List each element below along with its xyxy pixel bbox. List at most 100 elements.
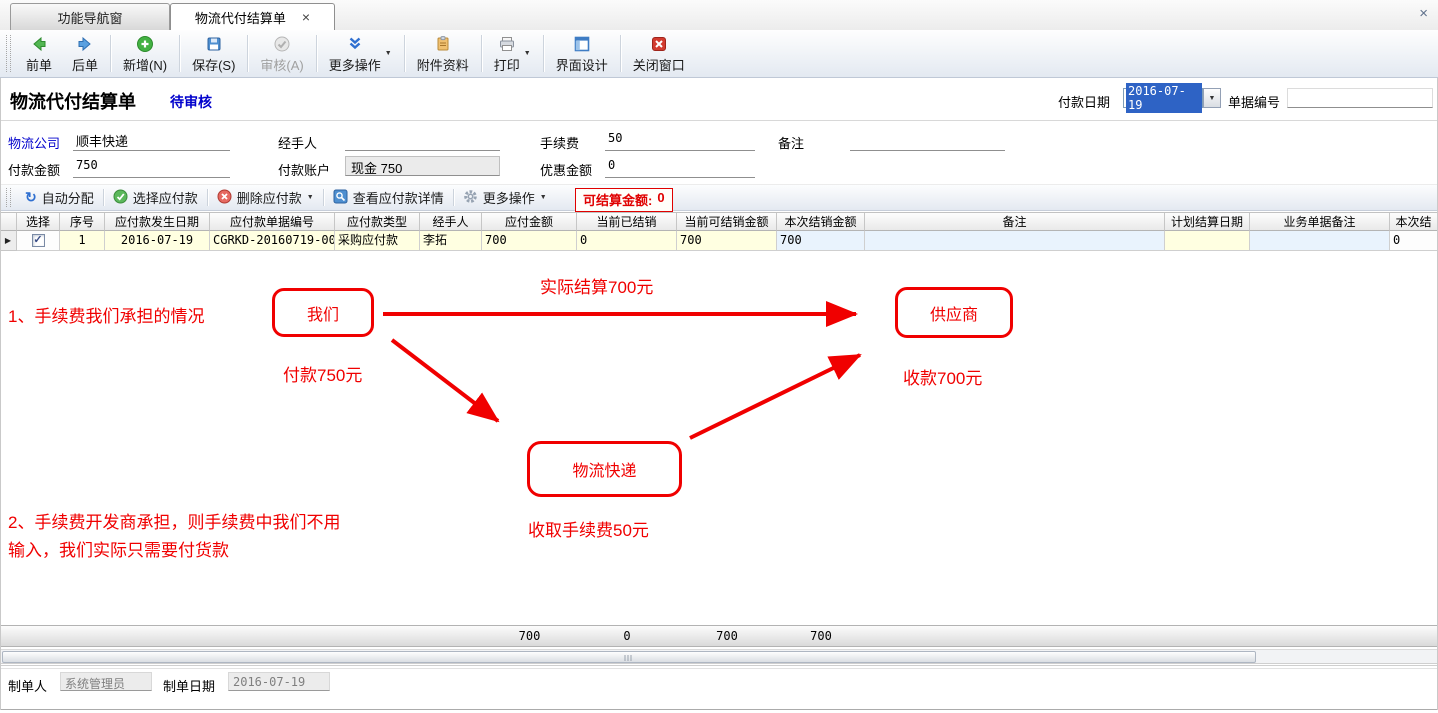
prev-doc-button[interactable]: 前单	[16, 30, 62, 77]
save-button[interactable]: 保存(S)	[182, 30, 245, 77]
col-header-remark[interactable]: 备注	[865, 213, 1165, 231]
delete-payable-button[interactable]: 删除应付款 ▼	[208, 185, 323, 210]
col-header-settled-amount[interactable]: 当前已结销	[577, 213, 677, 231]
fee-label: 手续费	[540, 133, 579, 152]
button-label: 关闭窗口	[633, 55, 685, 74]
annotation-diagram: 我们 供应商 物流快递 实际结算700元 付款750元 收款700元 收取手续费…	[0, 252, 1438, 624]
audit-button[interactable]: 审核(A)	[250, 30, 313, 77]
tab-bar: 功能导航窗 物流代付结算单 × ×	[0, 0, 1438, 30]
button-label: 更多操作	[483, 188, 535, 207]
diagram-label-receive: 收款700元	[903, 364, 982, 389]
window-bottom-edge	[0, 709, 1438, 710]
col-header-select[interactable]: 选择	[17, 213, 60, 231]
floppy-disk-icon	[205, 34, 223, 54]
button-label: 前单	[26, 55, 52, 74]
scrollbar-thumb[interactable]	[2, 651, 1256, 663]
dropdown-arrow-icon[interactable]: ▼	[540, 194, 547, 201]
payment-account-field[interactable]: 现金 750	[345, 156, 500, 176]
button-label: 新增(N)	[123, 55, 167, 74]
select-payable-button[interactable]: 选择应付款	[104, 185, 207, 210]
maker-label: 制单人	[8, 676, 47, 695]
make-date-field: 2016-07-19	[228, 672, 330, 691]
close-red-icon	[650, 34, 668, 54]
chevron-down-icon: ▼	[1209, 95, 1216, 102]
payment-date-dropdown-button[interactable]: ▼	[1203, 88, 1221, 108]
next-doc-button[interactable]: 后单	[62, 30, 108, 77]
table-row[interactable]: ▶ ✓ 1 2016-07-19 CGRKD-20160719-0005 采购应…	[0, 231, 1438, 251]
logistics-company-label[interactable]: 物流公司	[8, 133, 60, 152]
cell-settled: 0	[577, 231, 677, 251]
grid-more-actions-button[interactable]: 更多操作 ▼	[454, 185, 556, 210]
cell-biz-remark[interactable]	[1250, 231, 1390, 251]
arrow-right-icon	[76, 34, 94, 54]
button-label: 保存(S)	[192, 55, 235, 74]
tab-function-nav[interactable]: 功能导航窗	[10, 3, 170, 30]
col-header-extra[interactable]: 本次结	[1390, 213, 1438, 231]
col-header-biz-remark[interactable]: 业务单据备注	[1250, 213, 1390, 231]
payment-amount-input[interactable]: 750	[73, 158, 230, 178]
row-select-checkbox[interactable]: ✓	[32, 234, 45, 247]
button-label: 查看应付款详情	[353, 188, 444, 207]
tab-settlement[interactable]: 物流代付结算单 ×	[170, 3, 335, 30]
divider	[0, 668, 1438, 669]
flow-arrows	[0, 252, 1438, 624]
col-header-settleable-amount[interactable]: 当前可结销金额	[677, 213, 777, 231]
ui-design-button[interactable]: 界面设计	[546, 30, 618, 77]
cell-handler: 李拓	[420, 231, 482, 251]
dropdown-arrow-icon[interactable]: ▼	[524, 50, 531, 57]
doc-no-input[interactable]	[1287, 88, 1433, 108]
print-button[interactable]: 打印 ▼	[484, 30, 541, 77]
double-chevron-down-icon	[346, 34, 364, 54]
magnifier-icon	[333, 189, 348, 207]
settleable-amount-label: 可结算金额:	[583, 190, 652, 209]
col-header-plan-date[interactable]: 计划结算日期	[1165, 213, 1250, 231]
page-title: 物流代付结算单	[10, 88, 136, 114]
button-label: 审核(A)	[260, 55, 303, 74]
col-header-this-settle-amount[interactable]: 本次结销金额	[777, 213, 865, 231]
divider	[0, 665, 1438, 666]
remark-input[interactable]	[850, 131, 1005, 151]
make-date-label: 制单日期	[163, 676, 215, 695]
separator	[543, 35, 544, 72]
auto-allocate-button[interactable]: ↻ 自动分配	[16, 185, 103, 210]
cell-extra: 0	[1390, 231, 1438, 251]
cell-payable: 700	[482, 231, 577, 251]
button-label: 删除应付款	[237, 188, 302, 207]
col-header-doc-no[interactable]: 应付款单据编号	[210, 213, 335, 231]
view-payable-details-button[interactable]: 查看应付款详情	[324, 185, 453, 210]
diagram-note-2-line1: 2、手续费开发商承担，则手续费中我们不用	[8, 508, 340, 533]
discount-input[interactable]: 0	[605, 158, 755, 178]
col-header-payable-type[interactable]: 应付款类型	[335, 213, 420, 231]
cell-this-settle[interactable]: 700	[777, 231, 865, 251]
scrollbar-grip-icon	[625, 655, 634, 661]
grid-totals-row: 700 0 700 700	[0, 625, 1438, 647]
col-header-seq[interactable]: 序号	[60, 213, 105, 231]
fee-input[interactable]: 50	[605, 131, 755, 151]
more-actions-button[interactable]: 更多操作 ▼	[319, 30, 402, 77]
add-new-button[interactable]: 新增(N)	[113, 30, 177, 77]
dropdown-arrow-icon[interactable]: ▼	[385, 50, 392, 57]
handler-input[interactable]	[345, 131, 500, 151]
divider	[0, 120, 1438, 121]
window-close-icon[interactable]: ×	[1419, 5, 1428, 22]
col-header-payable-amount[interactable]: 应付金额	[482, 213, 577, 231]
horizontal-scrollbar[interactable]	[0, 649, 1438, 664]
close-window-button[interactable]: 关闭窗口	[623, 30, 695, 77]
payment-date-input[interactable]: 2016-07-19	[1123, 88, 1203, 108]
col-header-payable-date[interactable]: 应付款发生日期	[105, 213, 210, 231]
col-header-handler[interactable]: 经手人	[420, 213, 482, 231]
attachments-button[interactable]: 附件资料	[407, 30, 479, 77]
plus-circle-icon	[136, 34, 154, 54]
total-settled: 0	[577, 626, 677, 646]
tab-close-icon[interactable]: ×	[302, 10, 310, 24]
dropdown-arrow-icon[interactable]: ▼	[307, 194, 314, 201]
diagram-note-2-line2: 输入，我们实际只需要付货款	[8, 536, 229, 561]
logistics-company-input[interactable]: 顺丰快递	[73, 131, 230, 151]
check-circle-icon	[273, 34, 291, 54]
button-label: 界面设计	[556, 55, 608, 74]
tab-label: 物流代付结算单	[195, 8, 286, 27]
separator	[404, 35, 405, 72]
cell-remark[interactable]	[865, 231, 1165, 251]
main-toolbar: 前单 后单 新增(N) 保存(S) 审核(	[0, 30, 1438, 78]
total-payable: 700	[482, 626, 577, 646]
